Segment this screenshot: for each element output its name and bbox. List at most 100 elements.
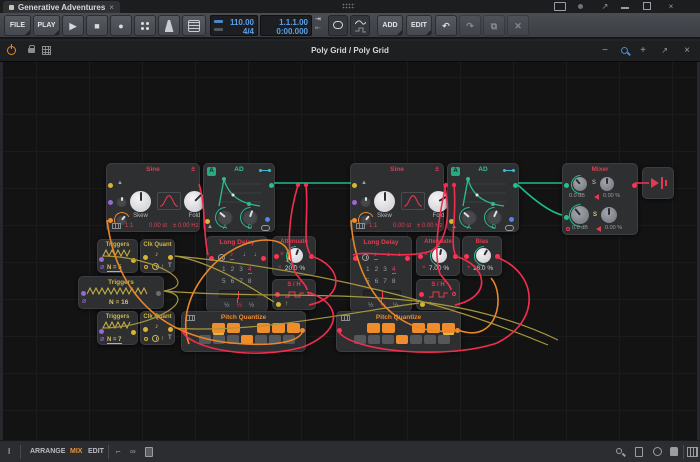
clock-output-port[interactable]: [168, 327, 173, 332]
pitch-mod-knob[interactable]: [360, 196, 371, 207]
trigger-input-port[interactable]: [420, 302, 425, 307]
mode-port[interactable]: [144, 337, 148, 341]
duplicate-button[interactable]: ⧉: [483, 15, 505, 36]
output-port[interactable]: [309, 254, 314, 259]
clock-output-port[interactable]: [168, 255, 173, 260]
decay-knob[interactable]: [479, 202, 509, 232]
module-sine-a[interactable]: Sine ± ▲ Skew Fold 1:1 0.00 st ± 0.00 Hz: [106, 163, 205, 232]
quarter-note-icon[interactable]: ♩: [387, 251, 394, 259]
half-note-icon[interactable]: ♩: [254, 251, 261, 259]
module-triggers-16[interactable]: Triggers ø N = 16: [78, 276, 164, 309]
ch1-gain-knob[interactable]: [566, 170, 594, 198]
ch2-pan-knob[interactable]: [601, 207, 617, 223]
minimize-icon[interactable]: [621, 2, 633, 11]
semitone-value[interactable]: 0.00 st: [393, 223, 411, 229]
ch1-pan-knob[interactable]: [600, 177, 614, 191]
black-keys-row[interactable]: [367, 323, 455, 333]
trigger-count-value[interactable]: N = 16: [109, 299, 128, 306]
automation-follow-button[interactable]: [350, 15, 370, 36]
record-button[interactable]: ●: [110, 15, 132, 36]
trigger-m倒ode-toggle-icon[interactable]: [259, 169, 271, 172]
play-menu-button[interactable]: PLAY: [33, 15, 60, 36]
workflow-button[interactable]: [134, 15, 156, 36]
play-button[interactable]: ▶: [62, 15, 84, 36]
add-button[interactable]: ADD: [377, 15, 403, 36]
skew-knob[interactable]: [374, 191, 395, 212]
ratio-value[interactable]: 1:1: [369, 223, 377, 229]
bias-value[interactable]: 18.0 %: [463, 265, 503, 272]
ch2-mod-port[interactable]: [566, 227, 570, 231]
record-indicator-icon[interactable]: [578, 2, 590, 11]
module-pitch-quantize-b[interactable]: Pitch Quantize: [336, 311, 461, 352]
piano-roll-button[interactable]: [182, 15, 206, 36]
loop-icon[interactable]: [261, 225, 270, 231]
signal-input-port[interactable]: [209, 256, 214, 261]
arrange-view-button[interactable]: ARRANGE: [30, 448, 65, 455]
delay-steps-row-1[interactable]: 1234: [366, 266, 396, 274]
redo-button[interactable]: ↷: [459, 15, 481, 36]
attack-knob[interactable]: [210, 202, 240, 232]
delay-steps-row-2[interactable]: 5678: [222, 278, 252, 285]
time-value[interactable]: 0:00.000: [276, 27, 308, 37]
trigger-output-port[interactable]: [156, 291, 161, 296]
trigger-output-port[interactable]: [131, 258, 136, 263]
ratio-value[interactable]: 1:1: [125, 223, 133, 229]
clock-icon[interactable]: [653, 447, 662, 456]
attenuate-knob[interactable]: [281, 241, 310, 270]
hand-tool-icon[interactable]: [670, 447, 678, 456]
tempo-display[interactable]: 110.00 4/4: [210, 15, 258, 36]
fine-tune-value[interactable]: ± 0.00 Hz: [417, 223, 443, 229]
ch1-mute-icon[interactable]: [594, 194, 599, 200]
time-signature-value[interactable]: 4/4: [243, 27, 254, 37]
white-keys-row[interactable]: [199, 335, 295, 344]
output-port[interactable]: [453, 254, 458, 259]
undo-button[interactable]: ↶: [435, 15, 457, 36]
semitone-value[interactable]: 0.00 st: [149, 223, 167, 229]
retrigger-port[interactable]: [352, 200, 357, 205]
fine-tune-value[interactable]: ± 0.00 Hz: [173, 223, 199, 229]
edit-view-button[interactable]: EDIT: [88, 448, 104, 455]
attenuate-value[interactable]: 20.0 %: [273, 265, 317, 272]
ch1-solo-button[interactable]: S: [592, 180, 596, 186]
retrigger-port[interactable]: [99, 329, 104, 334]
fraction-row[interactable]: ½½½: [224, 302, 254, 309]
env-output-port[interactable]: [269, 183, 274, 188]
mix-output-port[interactable]: [632, 183, 637, 188]
link-icon[interactable]: ∞: [130, 447, 136, 456]
ch1-pan-value[interactable]: 0.00 %: [603, 193, 620, 199]
pitch-input-port[interactable]: [182, 328, 187, 333]
mod-output-port[interactable]: [265, 217, 270, 222]
retrigger-port[interactable]: [81, 291, 86, 296]
signal-input-port[interactable]: [275, 292, 280, 297]
pitch-mode-icon[interactable]: [112, 223, 121, 229]
project-tab-close-icon[interactable]: ×: [109, 3, 114, 12]
module-clk-quant-a[interactable]: Clk Quant ♪ ↑ T: [140, 239, 175, 273]
signal-input-port[interactable]: [353, 256, 358, 261]
mode-port[interactable]: [144, 265, 148, 269]
module-triggers-5[interactable]: Triggers ø N = 5: [97, 239, 138, 273]
clock-icon[interactable]: [218, 254, 225, 261]
file-button[interactable]: FILE: [4, 15, 31, 36]
trigger-input-port[interactable]: [205, 219, 210, 224]
module-ad-b[interactable]: A AD ▲ A D: [447, 163, 519, 232]
project-tab[interactable]: Generative Adventures ×: [3, 1, 120, 13]
white-keys-row[interactable]: [354, 335, 450, 344]
signal-output-port[interactable]: [308, 292, 312, 296]
punch-out-icon[interactable]: ⇤: [315, 25, 321, 33]
pitch-output-port[interactable]: [455, 328, 460, 333]
module-attenuate-b[interactable]: Attenuate × × 7.00 %: [416, 236, 460, 276]
ch1-input-port[interactable]: [564, 183, 569, 188]
phase-input-port[interactable]: [108, 218, 113, 223]
module-pitch-quantize-a[interactable]: Pitch Quantize: [181, 311, 306, 352]
ch2-pan-value[interactable]: 0.00 %: [605, 225, 622, 231]
delay-time-display[interactable]: [219, 290, 257, 299]
module-sample-hold-a[interactable]: S / H ↑: [272, 279, 316, 310]
signal-output-port[interactable]: [405, 256, 410, 261]
fraction-row[interactable]: ½½½: [368, 302, 398, 309]
pitch-output-port[interactable]: [300, 328, 305, 333]
skew-knob[interactable]: [130, 191, 151, 212]
eighth-note-icon[interactable]: ♪: [374, 251, 378, 260]
file-icon[interactable]: [635, 447, 643, 457]
delete-button[interactable]: ✕: [507, 15, 529, 36]
module-long-delay-b[interactable]: Long Delay ♪ ♩ ♩ 1234 5678 ½½½: [350, 236, 412, 312]
